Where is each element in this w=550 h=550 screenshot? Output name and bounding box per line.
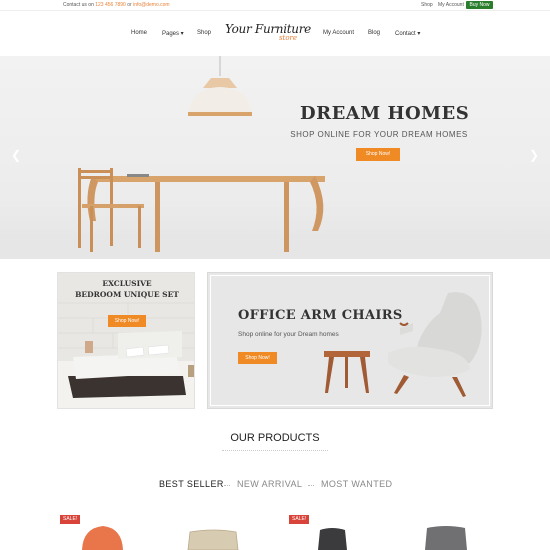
nav-item-my-account[interactable]: My Account bbox=[323, 30, 354, 36]
promo-bedroom-title-line1: EXCLUSIVE bbox=[102, 279, 152, 288]
tab-best-seller[interactable]: BEST SELLER bbox=[159, 479, 224, 489]
top-bar: Contact us on 123 456 7890 or info@demo.… bbox=[0, 0, 550, 11]
nav-item-shop[interactable]: Shop bbox=[197, 30, 211, 36]
chevron-left-icon[interactable]: ❮ bbox=[11, 148, 21, 162]
top-link-my-account[interactable]: My Account bbox=[438, 2, 464, 8]
product-grid bbox=[82, 526, 467, 550]
section-divider bbox=[222, 450, 328, 451]
promo-office-subtitle: Shop online for your Dream homes bbox=[238, 331, 339, 338]
hero-title: DREAM HOMES bbox=[300, 103, 470, 124]
hero-slider: DREAM HOMES SHOP ONLINE FOR YOUR DREAM H… bbox=[0, 56, 550, 259]
promo-bedroom-set[interactable]: EXCLUSIVE BEDROOM UNIQUE SET Shop Now! bbox=[57, 272, 195, 409]
logo[interactable]: Your Furniture store bbox=[222, 22, 314, 42]
main-nav: Home Pages ▾ Shop Your Furniture store M… bbox=[0, 11, 550, 56]
logo-text: Your Furniture bbox=[225, 22, 311, 36]
promo-office-title: OFFICE ARM CHAIRS bbox=[238, 308, 403, 323]
promo-bedroom-title-line2: BEDROOM UNIQUE SET bbox=[75, 290, 179, 299]
tab-new-arrival[interactable]: NEW ARRIVAL bbox=[237, 479, 302, 489]
nav-item-home[interactable]: Home bbox=[131, 30, 147, 36]
contact-info: Contact us on 123 456 7890 or info@demo.… bbox=[63, 2, 170, 8]
promo-office-chairs[interactable]: OFFICE ARM CHAIRS Shop online for your D… bbox=[207, 272, 493, 409]
product-image-black-chair bbox=[318, 528, 347, 550]
nav-item-contact[interactable]: Contact ▾ bbox=[395, 30, 420, 37]
hero-subtitle: SHOP ONLINE FOR YOUR DREAM HOMES bbox=[290, 130, 468, 139]
email-link[interactable]: info@demo.com bbox=[133, 2, 169, 8]
section-title: OUR PRODUCTS bbox=[230, 432, 320, 444]
chevron-right-icon[interactable]: ❯ bbox=[529, 148, 539, 162]
hero-furniture-image bbox=[78, 56, 325, 252]
contact-prefix: Contact us on bbox=[63, 2, 94, 8]
phone-number[interactable]: 123 456 7890 bbox=[95, 2, 126, 8]
promo-bedroom-title: EXCLUSIVE BEDROOM UNIQUE SET bbox=[58, 278, 194, 300]
product-image-beige-chair bbox=[187, 529, 239, 550]
nav-item-blog[interactable]: Blog bbox=[368, 30, 380, 36]
contact-or: or bbox=[127, 2, 132, 8]
promo-office-shop-now-button[interactable]: Shop Now! bbox=[238, 352, 277, 364]
armchair-image bbox=[324, 292, 482, 397]
tab-most-wanted[interactable]: MOST WANTED bbox=[321, 479, 392, 489]
hero-shop-now-button[interactable]: Shop Now! bbox=[356, 148, 400, 161]
tab-separator bbox=[308, 485, 314, 486]
tab-separator bbox=[224, 485, 230, 486]
product-image-grey-chair bbox=[425, 526, 467, 550]
top-link-shop[interactable]: Shop bbox=[421, 2, 433, 8]
buy-now-button[interactable]: Buy Now bbox=[466, 1, 493, 9]
nav-item-pages[interactable]: Pages ▾ bbox=[162, 30, 184, 37]
promo-bedroom-shop-now-button[interactable]: Shop Now! bbox=[108, 315, 146, 327]
product-image-orange-chair bbox=[82, 526, 123, 550]
